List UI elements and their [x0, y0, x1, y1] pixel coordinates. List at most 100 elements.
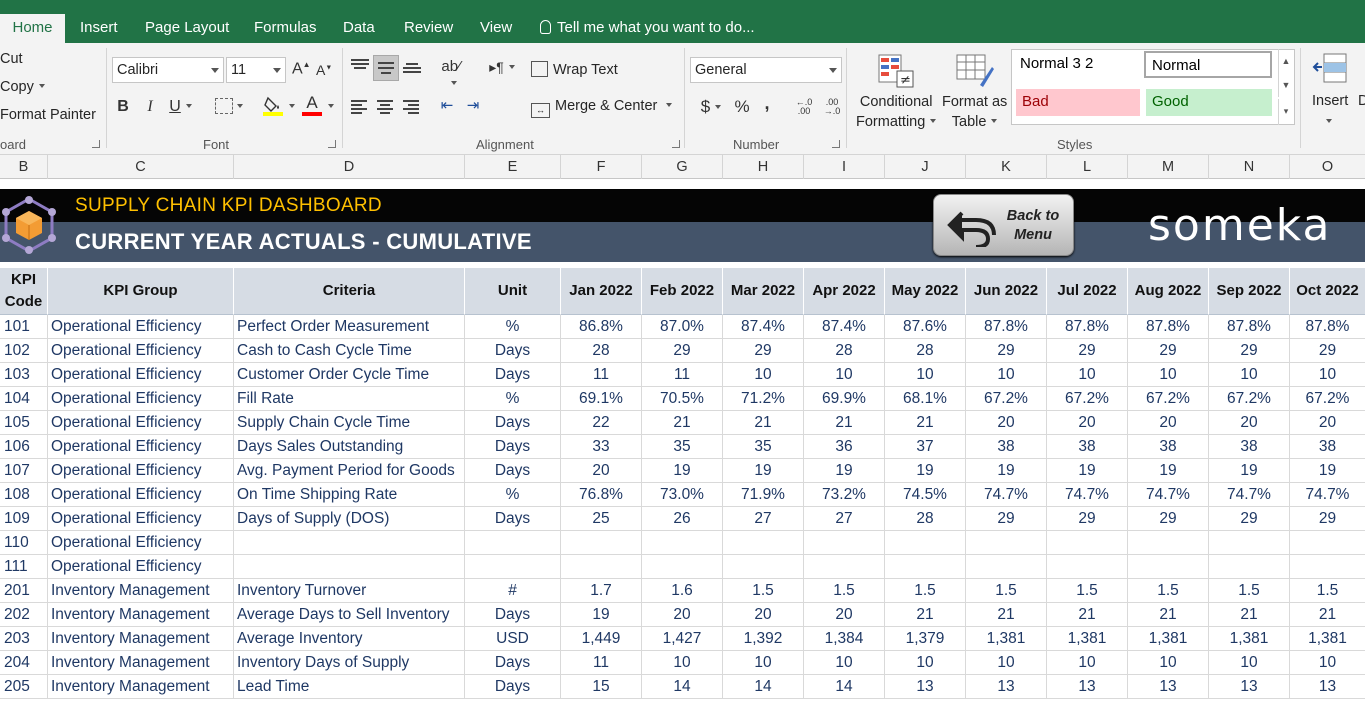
- month-value-cell[interactable]: [885, 531, 966, 555]
- column-header-o[interactable]: O: [1290, 155, 1365, 179]
- cut-button[interactable]: Cut: [0, 51, 23, 67]
- kpi-group-cell[interactable]: Inventory Management: [48, 675, 234, 699]
- month-value-cell[interactable]: 10: [966, 651, 1047, 675]
- tab-page-layout[interactable]: Page Layout: [135, 14, 239, 43]
- month-value-cell[interactable]: 87.8%: [1209, 315, 1290, 339]
- styles-more-icon[interactable]: ▾: [1278, 99, 1293, 125]
- month-value-cell[interactable]: 20: [966, 411, 1047, 435]
- month-value-cell[interactable]: 38: [1128, 435, 1209, 459]
- month-value-cell[interactable]: 38: [966, 435, 1047, 459]
- month-value-cell[interactable]: 74.7%: [1128, 483, 1209, 507]
- month-value-cell[interactable]: 27: [804, 507, 885, 531]
- month-value-cell[interactable]: 10: [1047, 651, 1128, 675]
- criteria-cell[interactable]: Inventory Days of Supply: [234, 651, 465, 675]
- criteria-cell[interactable]: Average Inventory: [234, 627, 465, 651]
- month-value-cell[interactable]: 1,392: [723, 627, 804, 651]
- month-value-cell[interactable]: 19: [966, 459, 1047, 483]
- bold-button[interactable]: B: [116, 98, 130, 116]
- tab-home[interactable]: Home: [0, 14, 65, 43]
- month-value-cell[interactable]: 13: [1290, 675, 1365, 699]
- month-value-cell[interactable]: 86.8%: [561, 315, 642, 339]
- month-value-cell[interactable]: 13: [1128, 675, 1209, 699]
- month-value-cell[interactable]: 29: [1290, 507, 1365, 531]
- month-value-cell[interactable]: [966, 531, 1047, 555]
- month-value-cell[interactable]: 15: [561, 675, 642, 699]
- month-value-cell[interactable]: [804, 555, 885, 579]
- month-value-cell[interactable]: 13: [966, 675, 1047, 699]
- month-value-cell[interactable]: 67.2%: [1047, 387, 1128, 411]
- italic-button[interactable]: I: [143, 98, 157, 116]
- month-value-cell[interactable]: 20: [1047, 411, 1128, 435]
- kpi-code-cell[interactable]: 106: [0, 435, 48, 459]
- month-value-cell[interactable]: [804, 531, 885, 555]
- month-value-cell[interactable]: 1.5: [1128, 579, 1209, 603]
- unit-cell[interactable]: [465, 555, 561, 579]
- month-value-cell[interactable]: 21: [885, 603, 966, 627]
- copy-button[interactable]: Copy: [0, 79, 45, 95]
- month-value-cell[interactable]: 22: [561, 411, 642, 435]
- clipboard-launcher-icon[interactable]: [92, 140, 100, 148]
- month-value-cell[interactable]: 1,379: [885, 627, 966, 651]
- criteria-cell[interactable]: Customer Order Cycle Time: [234, 363, 465, 387]
- month-value-cell[interactable]: 76.8%: [561, 483, 642, 507]
- month-value-cell[interactable]: 20: [561, 459, 642, 483]
- month-value-cell[interactable]: [1047, 531, 1128, 555]
- styles-scroll-down-icon[interactable]: ▼: [1278, 73, 1293, 97]
- borders-dropdown[interactable]: [235, 98, 245, 116]
- month-value-cell[interactable]: 14: [723, 675, 804, 699]
- currency-button[interactable]: $: [697, 97, 725, 117]
- month-value-cell[interactable]: 35: [642, 435, 723, 459]
- unit-cell[interactable]: Days: [465, 363, 561, 387]
- month-value-cell[interactable]: 19: [804, 459, 885, 483]
- month-value-cell[interactable]: 70.5%: [642, 387, 723, 411]
- delete-button-clipped[interactable]: D: [1358, 93, 1365, 109]
- month-value-cell[interactable]: 1.5: [966, 579, 1047, 603]
- text-direction-icon[interactable]: ▸¶: [484, 59, 520, 76]
- column-header-g[interactable]: G: [642, 155, 723, 179]
- unit-cell[interactable]: Days: [465, 459, 561, 483]
- kpi-code-cell[interactable]: 204: [0, 651, 48, 675]
- month-value-cell[interactable]: [1128, 531, 1209, 555]
- decrease-decimal-button[interactable]: .00 →.0: [820, 98, 844, 116]
- tab-formulas[interactable]: Formulas: [244, 14, 327, 43]
- month-value-cell[interactable]: 74.5%: [885, 483, 966, 507]
- unit-cell[interactable]: %: [465, 315, 561, 339]
- font-color-dropdown[interactable]: [326, 98, 336, 116]
- font-size-select[interactable]: 11: [226, 57, 286, 83]
- month-value-cell[interactable]: 87.8%: [1290, 315, 1365, 339]
- styles-scroll-up-icon[interactable]: ▲: [1278, 49, 1293, 73]
- month-value-cell[interactable]: 29: [1047, 507, 1128, 531]
- kpi-group-cell[interactable]: Inventory Management: [48, 603, 234, 627]
- month-value-cell[interactable]: 29: [966, 507, 1047, 531]
- tab-data[interactable]: Data: [333, 14, 385, 43]
- font-name-select[interactable]: Calibri: [112, 57, 224, 83]
- column-header-h[interactable]: H: [723, 155, 804, 179]
- month-value-cell[interactable]: [723, 555, 804, 579]
- kpi-code-cell[interactable]: 203: [0, 627, 48, 651]
- month-value-cell[interactable]: 87.8%: [966, 315, 1047, 339]
- month-value-cell[interactable]: 21: [642, 411, 723, 435]
- align-top-icon[interactable]: [351, 59, 369, 73]
- month-value-cell[interactable]: 29: [1209, 339, 1290, 363]
- month-value-cell[interactable]: 10: [642, 651, 723, 675]
- month-value-cell[interactable]: [723, 531, 804, 555]
- month-value-cell[interactable]: 10: [1290, 651, 1365, 675]
- month-value-cell[interactable]: 29: [642, 339, 723, 363]
- month-value-cell[interactable]: 1.5: [723, 579, 804, 603]
- month-value-cell[interactable]: 10: [723, 651, 804, 675]
- unit-cell[interactable]: Days: [465, 339, 561, 363]
- month-value-cell[interactable]: 21: [1290, 603, 1365, 627]
- month-value-cell[interactable]: 87.0%: [642, 315, 723, 339]
- month-value-cell[interactable]: 10: [885, 363, 966, 387]
- underline-button[interactable]: U: [168, 98, 182, 116]
- column-header-k[interactable]: K: [966, 155, 1047, 179]
- month-value-cell[interactable]: 1.5: [1047, 579, 1128, 603]
- month-value-cell[interactable]: 67.2%: [1209, 387, 1290, 411]
- month-value-cell[interactable]: 33: [561, 435, 642, 459]
- criteria-cell[interactable]: [234, 531, 465, 555]
- month-value-cell[interactable]: 87.4%: [804, 315, 885, 339]
- kpi-code-cell[interactable]: 111: [0, 555, 48, 579]
- month-value-cell[interactable]: 20: [723, 603, 804, 627]
- kpi-code-cell[interactable]: 107: [0, 459, 48, 483]
- month-value-cell[interactable]: 38: [1209, 435, 1290, 459]
